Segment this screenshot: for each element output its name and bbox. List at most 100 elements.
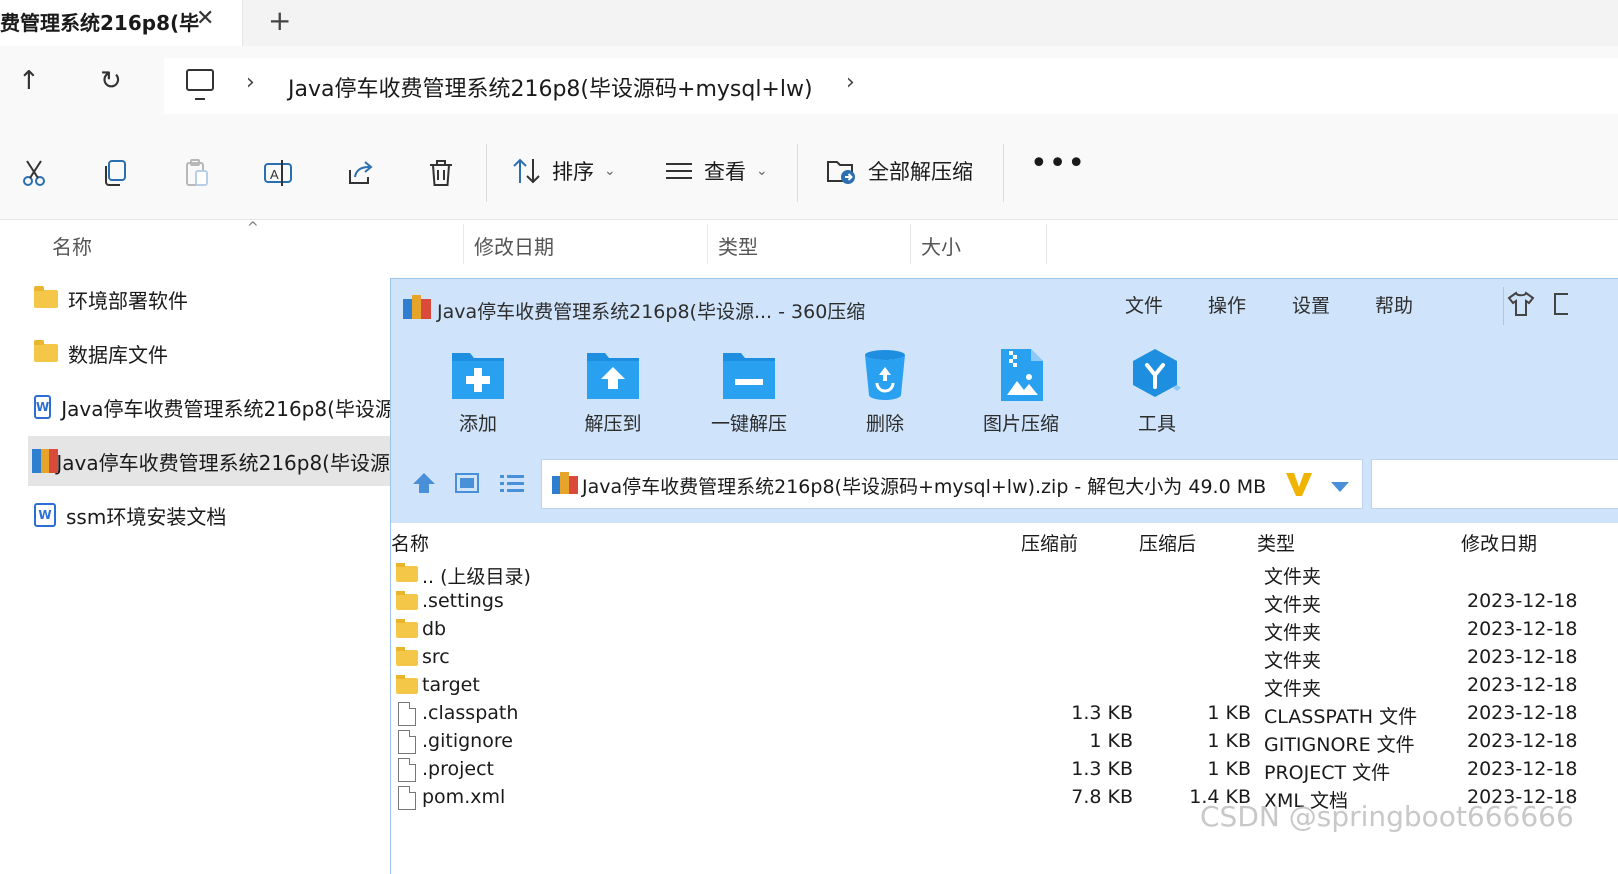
chevron-down-icon: ⌄: [604, 163, 616, 179]
zip-path-field[interactable]: Java停车收费管理系统216p8(毕设源码+mysql+lw).zip - 解…: [541, 459, 1363, 509]
breadcrumb-current-folder[interactable]: Java停车收费管理系统216p8(毕设源码+mysql+lw): [288, 71, 813, 103]
watermark: CSDN @springboot666666: [1200, 800, 1574, 833]
chevron-down-icon[interactable]: [1330, 478, 1350, 497]
zip-column-type[interactable]: 类型: [1257, 529, 1295, 556]
up-level-icon[interactable]: [411, 471, 437, 499]
zip-window-title: Java停车收费管理系统216p8(毕设源... - 360压缩: [437, 301, 866, 323]
tab-bar: 费管理系统216p8(毕 ✕ +: [0, 0, 1618, 46]
zip-column-before[interactable]: 压缩前: [1021, 529, 1078, 556]
list-item[interactable]: 数据库文件: [28, 328, 390, 378]
column-name[interactable]: 名称: [52, 231, 92, 260]
extract-to-icon: [585, 347, 641, 401]
row-type: 文件夹: [1264, 622, 1322, 644]
zip-column-after[interactable]: 压缩后: [1139, 529, 1196, 556]
folder-icon: [34, 286, 58, 308]
row-before: 1.3 KB: [1071, 758, 1133, 780]
file-icon: [398, 758, 416, 782]
toolbar-divider: [1003, 144, 1004, 202]
mini-mode-icon[interactable]: [1554, 293, 1568, 315]
table-row[interactable]: .project 1.3 KB 1 KB PROJECT 文件 2023-12-…: [391, 757, 1618, 785]
paste-icon[interactable]: [180, 156, 214, 190]
row-name: .gitignore: [422, 730, 513, 752]
column-divider: [910, 224, 911, 264]
menu-operate[interactable]: 操作: [1208, 291, 1246, 318]
column-size[interactable]: 大小: [921, 231, 961, 260]
list-view-icon[interactable]: [499, 473, 525, 497]
refresh-icon[interactable]: ↻: [100, 66, 122, 96]
sort-button[interactable]: 排序 ⌄: [512, 156, 616, 186]
list-item-selected[interactable]: Java停车收费管理系统216p8(毕设源: [28, 436, 390, 486]
zip-search-input[interactable]: [1371, 459, 1618, 509]
view-button[interactable]: 查看 ⌄: [664, 156, 768, 186]
table-row[interactable]: src 文件夹 2023-12-18: [391, 645, 1618, 673]
file-name: Java停车收费管理系统216p8(毕设源: [56, 450, 390, 475]
row-date: 2023-12-18: [1467, 702, 1578, 724]
zip-column-name[interactable]: 名称: [391, 529, 429, 556]
table-row[interactable]: .classpath 1.3 KB 1 KB CLASSPATH 文件 2023…: [391, 701, 1618, 729]
row-name: .classpath: [422, 702, 519, 724]
close-tab-icon[interactable]: ✕: [196, 6, 214, 31]
column-type[interactable]: 类型: [718, 231, 758, 260]
row-type: 文件夹: [1264, 594, 1322, 616]
table-row[interactable]: target 文件夹 2023-12-18: [391, 673, 1618, 701]
skin-shirt-icon[interactable]: [1507, 291, 1535, 321]
table-row[interactable]: .settings 文件夹 2023-12-18: [391, 589, 1618, 617]
file-icon: [398, 702, 416, 726]
folder-icon: [34, 340, 58, 362]
extract-to-button[interactable]: 解压到: [563, 347, 663, 436]
zip-column-header: 名称 压缩前 压缩后 类型 修改日期: [391, 523, 1618, 557]
chevron-right-icon[interactable]: ›: [246, 70, 255, 95]
thumbnail-view-icon[interactable]: [455, 473, 479, 497]
menu-settings[interactable]: 设置: [1292, 291, 1330, 318]
row-date: 2023-12-18: [1467, 674, 1578, 696]
chevron-right-icon[interactable]: ›: [846, 70, 855, 95]
this-pc-icon[interactable]: [186, 69, 214, 100]
tools-label: 工具: [1137, 413, 1176, 435]
row-name: src: [422, 646, 450, 668]
cut-icon[interactable]: [17, 156, 51, 190]
list-item[interactable]: W ssm环境安装文档: [28, 490, 390, 540]
extract-folder-icon: [827, 161, 855, 184]
one-click-extract-button[interactable]: 一键解压: [699, 347, 799, 436]
image-compress-button[interactable]: 图片压缩: [971, 347, 1071, 436]
row-type: GITIGNORE 文件: [1264, 734, 1415, 756]
tools-button[interactable]: 工具: [1107, 347, 1207, 436]
breadcrumb[interactable]: › Java停车收费管理系统216p8(毕设源码+mysql+lw) ›: [164, 58, 1618, 114]
rename-icon[interactable]: A: [261, 156, 295, 190]
zip-window: Java停车收费管理系统216p8(毕设源... - 360压缩 文件 操作 设…: [390, 278, 1618, 874]
zip-archive-icon: [32, 449, 58, 473]
tab-active[interactable]: 费管理系统216p8(毕 ✕: [0, 0, 243, 46]
zip-column-date[interactable]: 修改日期: [1461, 529, 1537, 556]
copy-icon[interactable]: [98, 156, 132, 190]
row-type: PROJECT 文件: [1264, 762, 1391, 784]
extract-all-button[interactable]: 全部解压缩: [826, 156, 973, 186]
list-item[interactable]: 环境部署软件: [28, 274, 390, 324]
delete-button[interactable]: 删除: [835, 347, 935, 436]
sort-label: 排序: [552, 160, 594, 184]
column-modified[interactable]: 修改日期: [474, 231, 554, 260]
v-badge-icon[interactable]: [1284, 470, 1314, 502]
add-button[interactable]: 添加: [428, 347, 528, 436]
sort-ascending-icon: ^: [247, 220, 259, 236]
add-icon: [450, 347, 506, 401]
view-label: 查看: [704, 160, 746, 184]
row-date: 2023-12-18: [1467, 758, 1578, 780]
address-bar: ↑ ↻ › Java停车收费管理系统216p8(毕设源码+mysql+lw) ›: [0, 46, 1618, 126]
menu-help[interactable]: 帮助: [1375, 291, 1413, 318]
new-tab-icon[interactable]: +: [268, 4, 291, 37]
menu-file[interactable]: 文件: [1125, 291, 1163, 318]
zip-archive-icon: [403, 295, 431, 323]
table-row[interactable]: .. (上级目录) 文件夹: [391, 561, 1618, 589]
file-name: 数据库文件: [68, 342, 168, 367]
more-options-icon[interactable]: •••: [1030, 146, 1086, 181]
toolbar-divider: [486, 144, 487, 202]
delete-icon[interactable]: [424, 156, 458, 190]
table-row[interactable]: db 文件夹 2023-12-18: [391, 617, 1618, 645]
row-name: .. (上级目录): [422, 566, 531, 588]
up-arrow-icon[interactable]: ↑: [18, 66, 40, 96]
one-click-extract-label: 一键解压: [710, 413, 787, 435]
share-icon[interactable]: [343, 156, 377, 190]
list-item[interactable]: W Java停车收费管理系统216p8(毕设源: [28, 382, 395, 432]
table-row[interactable]: .gitignore 1 KB 1 KB GITIGNORE 文件 2023-1…: [391, 729, 1618, 757]
row-type: CLASSPATH 文件: [1264, 706, 1418, 728]
